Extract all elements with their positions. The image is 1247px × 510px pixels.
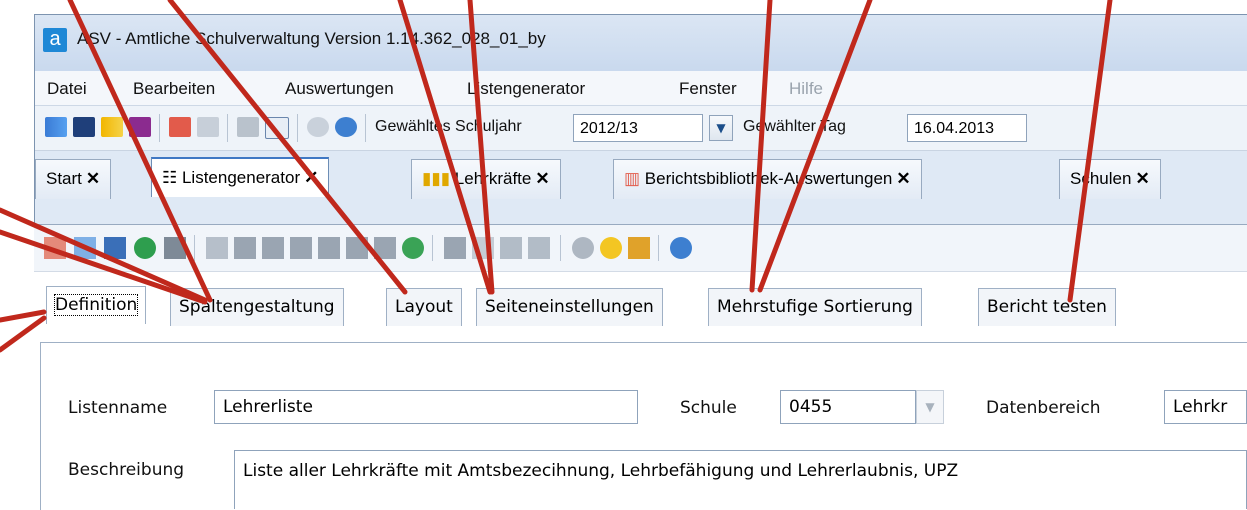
tab-bericht-testen[interactable]: Bericht testen <box>978 288 1116 326</box>
first-icon[interactable] <box>234 237 256 259</box>
previous-page-icon[interactable] <box>262 237 284 259</box>
window-icon[interactable] <box>265 117 289 139</box>
chevron-down-icon[interactable]: ▼ <box>709 115 733 141</box>
tab-label: Bericht testen <box>987 297 1107 317</box>
desktop-background <box>0 0 34 509</box>
menu-datei[interactable]: Datei <box>47 79 87 99</box>
page-icon[interactable] <box>74 237 96 259</box>
next-icon[interactable] <box>318 237 340 259</box>
report-icon[interactable] <box>129 117 151 137</box>
menu-fenster[interactable]: Fenster <box>679 79 737 99</box>
close-icon[interactable]: ✕ <box>1135 169 1149 188</box>
library-icon: ▥ <box>624 169 645 188</box>
listenname-field[interactable]: Lehrerliste <box>214 390 638 424</box>
tab-label: Mehrstufige Sortierung <box>717 297 913 317</box>
schule-label: Schule <box>680 398 737 418</box>
refresh-icon[interactable] <box>402 237 424 259</box>
close-icon[interactable]: ✕ <box>896 169 910 188</box>
tab-label: Lehrkräfte <box>454 169 532 188</box>
app-logo-icon: a <box>43 28 67 52</box>
tab-label: Seiteneinstellungen <box>485 297 654 317</box>
tab-spaltengestaltung[interactable]: Spaltengestaltung <box>170 288 344 326</box>
tab-seiteneinstellungen[interactable]: Seiteneinstellungen <box>476 288 663 326</box>
info-icon[interactable] <box>307 117 329 137</box>
save-icon[interactable] <box>104 237 126 259</box>
copy-icon[interactable] <box>500 237 522 259</box>
menu-hilfe[interactable]: Hilfe <box>789 79 823 99</box>
menu-bearbeiten[interactable]: Bearbeiten <box>133 79 215 99</box>
new-icon[interactable] <box>44 237 66 259</box>
listenname-label: Listenname <box>68 398 168 418</box>
filter-icon[interactable] <box>572 237 594 259</box>
delete-icon[interactable] <box>164 237 186 259</box>
menu-bar: Datei Bearbeiten Auswertungen Listengene… <box>35 71 1247 106</box>
tab-label: Start <box>46 169 82 188</box>
tab-mehrstufige-sortierung[interactable]: Mehrstufige Sortierung <box>708 288 922 326</box>
close-icon[interactable]: ✕ <box>304 168 318 187</box>
bell-icon[interactable] <box>628 237 650 259</box>
paste-icon[interactable] <box>528 237 550 259</box>
toolbar-separator <box>194 235 195 261</box>
datenbereich-field[interactable]: Lehrkr <box>1164 390 1247 424</box>
menu-listengenerator[interactable]: Listengenerator <box>467 79 585 99</box>
lightbulb-icon[interactable] <box>600 237 622 259</box>
datenbereich-label: Datenbereich <box>986 398 1101 418</box>
tab-label: Definition <box>53 294 139 316</box>
tag-label: Gewählter Tag <box>743 118 846 135</box>
menu-auswertungen[interactable]: Auswertungen <box>285 79 394 99</box>
tab-berichtsbibliothek[interactable]: ▥ Berichtsbibliothek-Auswertungen ✕ <box>613 159 922 199</box>
tag-field[interactable]: 16.04.2013 <box>907 114 1027 142</box>
toolbar-separator <box>159 114 160 142</box>
toolbar-separator <box>227 114 228 142</box>
toolbar-separator <box>297 114 298 142</box>
copy-icon[interactable] <box>206 237 228 259</box>
cut-icon[interactable] <box>472 237 494 259</box>
help-icon[interactable] <box>335 117 357 137</box>
tab-lehrkraefte[interactable]: ▮▮▮ Lehrkräfte ✕ <box>411 159 561 199</box>
tab-layout[interactable]: Layout <box>386 288 462 326</box>
arrow-left-icon[interactable] <box>444 237 466 259</box>
help-icon[interactable] <box>670 237 692 259</box>
library-icon[interactable] <box>169 117 191 137</box>
beschreibung-label: Beschreibung <box>68 460 185 480</box>
last-icon[interactable] <box>374 237 396 259</box>
close-icon[interactable]: ✕ <box>86 169 100 188</box>
toolbar-separator <box>560 235 561 261</box>
main-toolbar: Gewähltes Schuljahr 2012/13 ▼ Gewählter … <box>35 106 1247 151</box>
window-title: ASV - Amtliche Schulverwaltung Version 1… <box>77 29 546 48</box>
previous-icon[interactable] <box>290 237 312 259</box>
tab-listengenerator[interactable]: ☷ Listengenerator ✕ <box>151 157 330 197</box>
tab-label: Schulen <box>1070 169 1132 188</box>
undo-icon[interactable] <box>134 237 156 259</box>
users-icon[interactable] <box>45 117 67 137</box>
tab-label: Berichtsbibliothek-Auswertungen <box>644 169 893 188</box>
id-card-icon[interactable] <box>73 117 95 137</box>
title-bar: a ASV - Amtliche Schulverwaltung Version… <box>35 15 1247 71</box>
beschreibung-field[interactable]: Liste aller Lehrkräfte mit Amtsbezecihnu… <box>234 450 1247 509</box>
toolbar-separator <box>432 235 433 261</box>
schule-field[interactable]: 0455 <box>780 390 916 424</box>
tab-start[interactable]: Start ✕ <box>35 159 112 199</box>
editor-toolbar <box>34 225 1247 272</box>
teachers-icon: ▮▮▮ <box>422 169 455 188</box>
schuljahr-select[interactable]: 2012/13 <box>573 114 703 142</box>
tab-label: Layout <box>395 297 453 317</box>
tab-label: Listengenerator <box>181 168 301 187</box>
chevron-down-icon[interactable]: ▼ <box>916 390 944 424</box>
tab-definition[interactable]: Definition <box>46 286 147 324</box>
schuljahr-label: Gewähltes Schuljahr <box>375 118 522 135</box>
document-tab-strip: Start ✕ ☷ Listengenerator ✕ ▮▮▮ Lehrkräfte… <box>35 151 1247 199</box>
tab-label: Spaltengestaltung <box>179 297 335 317</box>
teachers-icon[interactable] <box>101 117 123 137</box>
tab-schulen[interactable]: Schulen ✕ <box>1059 159 1161 199</box>
copy-icon[interactable] <box>237 117 259 137</box>
toolbar-separator <box>365 114 366 142</box>
toolbar-separator <box>658 235 659 261</box>
close-icon[interactable]: ✕ <box>535 169 549 188</box>
document-icon[interactable] <box>197 117 219 137</box>
list-icon: ☷ <box>162 168 182 187</box>
next-page-icon[interactable] <box>346 237 368 259</box>
